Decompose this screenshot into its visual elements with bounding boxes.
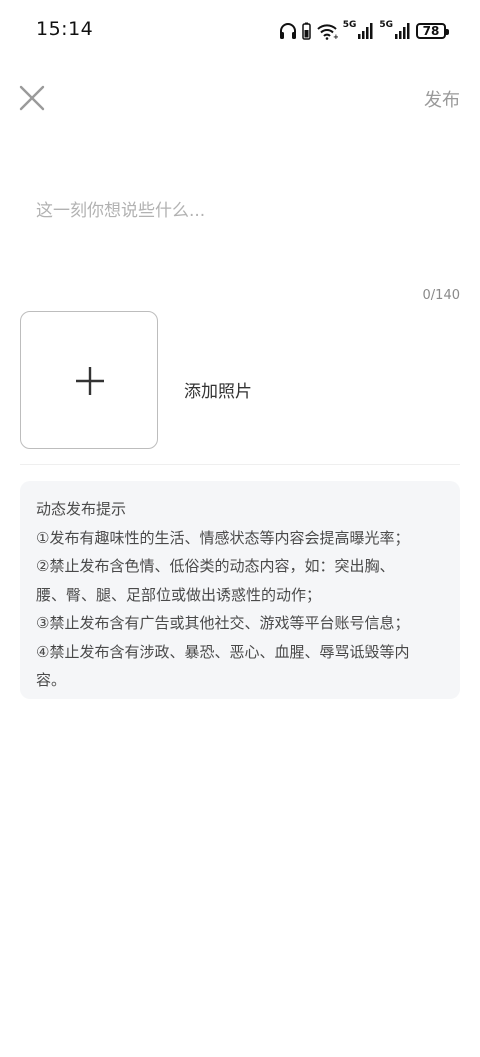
tips-line: ③禁止发布含有广告或其他社交、游戏等平台账号信息； [36, 614, 410, 632]
battery-icon: 78 [416, 23, 449, 39]
tips-line: ①发布有趣味性的生活、情感状态等内容会提高曝光率； [36, 528, 410, 547]
tips-line: ④禁止发布含有涉政、暴恐、恶心、血腥、辱骂诋毁等内 [36, 642, 410, 661]
publish-button[interactable]: 发布 [424, 86, 460, 112]
battery-level: 78 [422, 24, 440, 38]
char-counter: 0/140 [422, 288, 460, 303]
svg-text:+: + [333, 33, 338, 40]
divider [20, 464, 460, 465]
tips-title: 动态发布提示 [36, 500, 127, 518]
add-photo-label[interactable]: 添加照片 [184, 377, 252, 402]
post-text-input[interactable] [36, 196, 446, 256]
post-compose-screen: 15:14 + 5G 5G 78 发布 这一刻你想说些什么... 0/140 添… [0, 0, 480, 1057]
status-icons: + 5G 5G 78 [279, 20, 449, 42]
status-bar: 15:14 + 5G 5G 78 [0, 0, 480, 60]
wifi-icon: + [316, 24, 338, 40]
headphones-icon [279, 23, 296, 39]
network-type-label: 5G [379, 20, 393, 30]
close-icon [19, 85, 45, 111]
tips-line: 容。 [36, 671, 67, 689]
status-time: 15:14 [36, 18, 94, 40]
tips-line: 腰、臀、腿、足部位或做出诱惑性的动作； [36, 585, 322, 604]
phone-battery-icon [301, 22, 311, 40]
signal-icon [395, 23, 410, 39]
add-photo-button[interactable] [20, 311, 158, 449]
close-button[interactable] [16, 82, 48, 114]
plus-icon [76, 367, 104, 395]
posting-tips: 动态发布提示 ①发布有趣味性的生活、情感状态等内容会提高曝光率； ②禁止发布含色… [20, 481, 460, 699]
network-type-label: 5G [342, 20, 357, 30]
tips-line: ②禁止发布含色情、低俗类的动态内容，如：突出胸、 [36, 557, 395, 575]
signal-icon [358, 23, 373, 39]
